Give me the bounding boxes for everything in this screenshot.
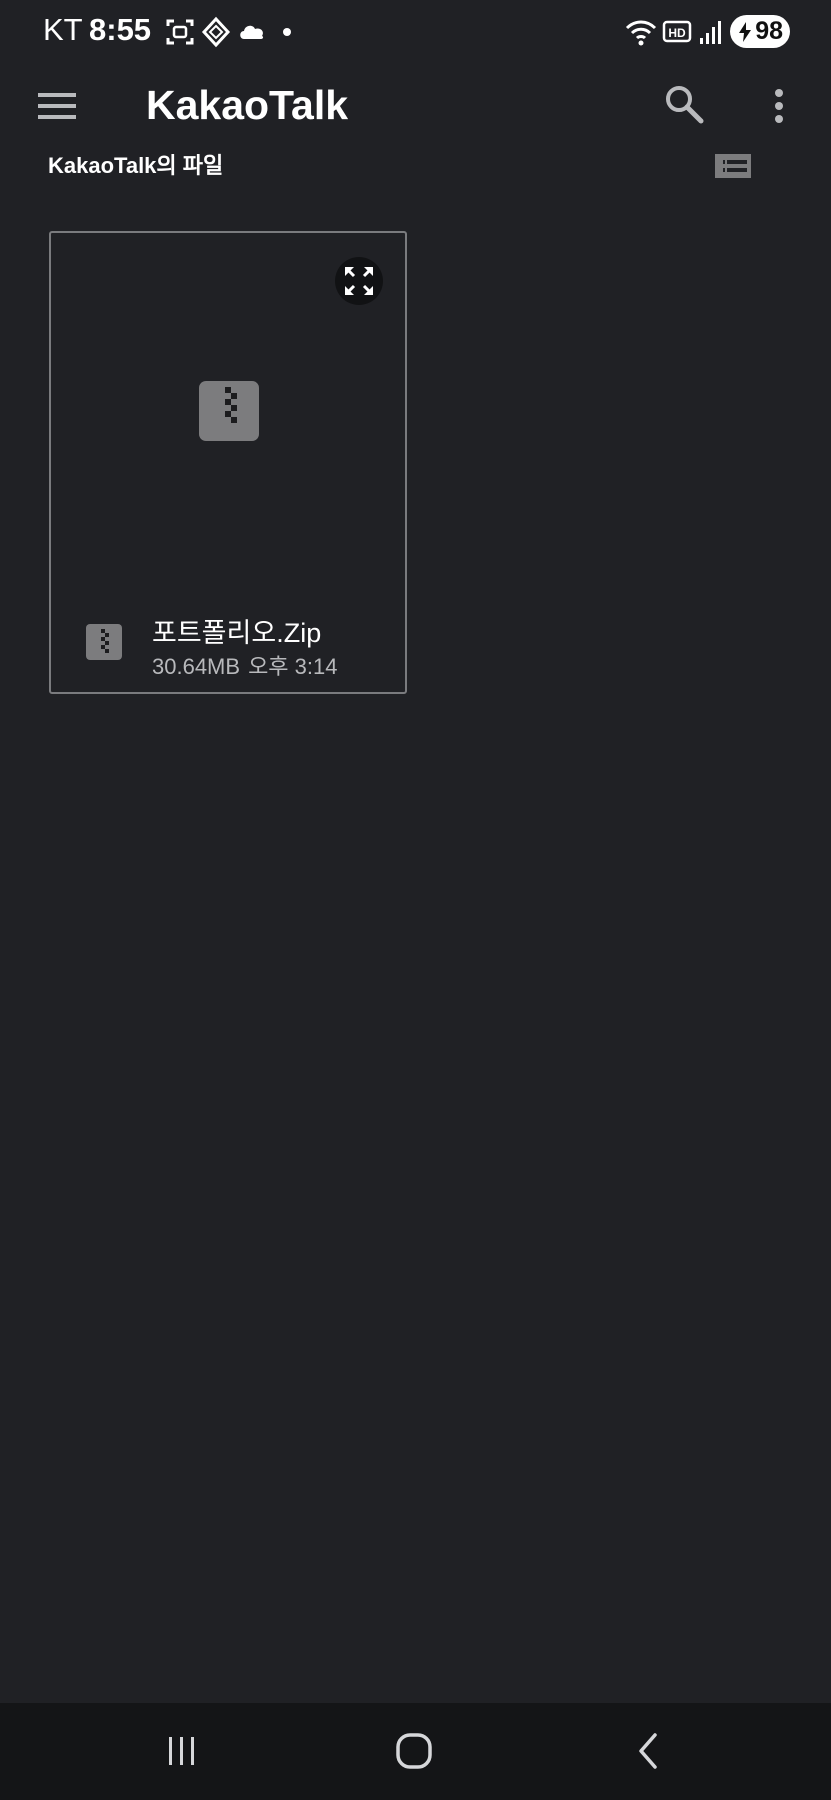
battery-indicator: 98 (730, 15, 790, 48)
search-icon (666, 86, 704, 124)
wifi-icon (625, 20, 657, 46)
carrier-label: KT (43, 12, 83, 47)
status-bar: KT 8:55 HD 98 (0, 0, 831, 62)
system-navigation-bar (0, 1703, 831, 1800)
zip-file-small-icon (86, 624, 122, 660)
file-meta: 30.64MB 오후 3:14 (152, 649, 337, 681)
home-button[interactable] (386, 1723, 442, 1779)
diamond-app-icon (201, 16, 231, 48)
more-vert-icon (775, 89, 783, 123)
back-icon (639, 1733, 657, 1769)
file-size: 30.64MB (152, 654, 241, 679)
more-options-button[interactable] (762, 86, 796, 126)
battery-level: 98 (755, 17, 783, 45)
back-button[interactable] (620, 1723, 676, 1779)
recent-apps-button[interactable] (154, 1723, 210, 1779)
file-time: 오후 3:14 (248, 654, 338, 679)
hd-icon: HD (662, 20, 692, 43)
menu-icon (38, 93, 76, 119)
recent-apps-icon (169, 1737, 194, 1765)
fullscreen-icon (345, 267, 373, 295)
screenshot-icon (166, 19, 194, 45)
signal-icon (700, 21, 721, 44)
file-card[interactable]: 포트폴리오.Zip 30.64MB 오후 3:14 (49, 231, 407, 694)
search-button[interactable] (662, 82, 708, 128)
charging-icon (739, 22, 751, 42)
app-bar: KakaoTalk (0, 62, 831, 152)
list-view-icon (715, 154, 751, 178)
file-name: 포트폴리오.Zip (152, 618, 322, 648)
folder-title: KakaoTalk의 파일 (48, 153, 224, 178)
menu-button[interactable] (34, 86, 80, 126)
cloud-icon (240, 25, 264, 39)
notification-dot (283, 28, 291, 36)
home-icon (396, 1733, 432, 1769)
zip-file-icon (199, 381, 259, 441)
page-title: KakaoTalk (146, 82, 349, 128)
clock: 8:55 (89, 12, 152, 47)
expand-preview-button[interactable] (335, 257, 383, 305)
svg-text:HD: HD (668, 26, 686, 40)
view-toggle-button[interactable] (713, 150, 753, 182)
